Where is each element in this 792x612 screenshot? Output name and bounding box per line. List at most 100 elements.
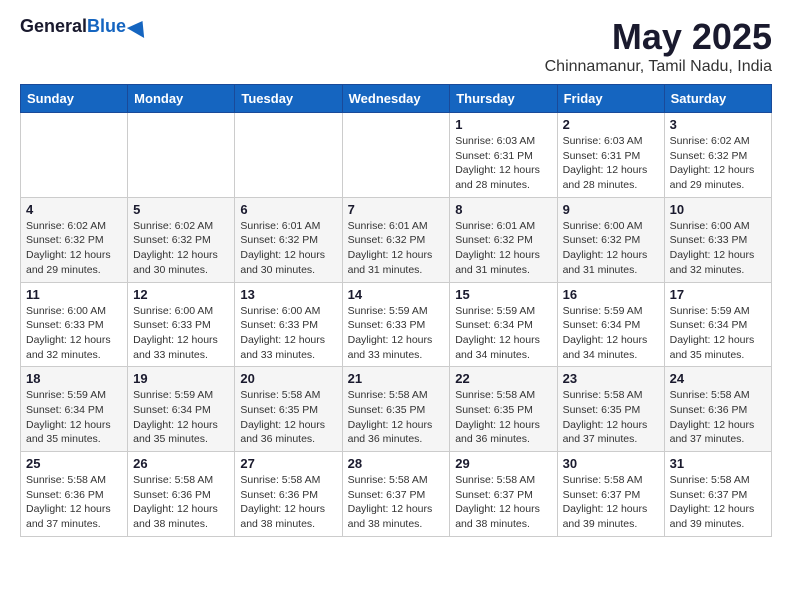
day-info: Sunrise: 6:01 AM Sunset: 6:32 PM Dayligh… bbox=[240, 219, 336, 278]
day-info: Sunrise: 5:58 AM Sunset: 6:35 PM Dayligh… bbox=[240, 388, 336, 447]
page-header: General Blue May 2025 Chinnamanur, Tamil… bbox=[20, 16, 772, 76]
calendar-cell: 24 Sunrise: 5:58 AM Sunset: 6:36 PM Dayli… bbox=[664, 367, 771, 452]
day-info: Sunrise: 5:59 AM Sunset: 6:34 PM Dayligh… bbox=[670, 304, 766, 363]
day-info: Sunrise: 5:58 AM Sunset: 6:35 PM Dayligh… bbox=[455, 388, 551, 447]
calendar-cell bbox=[342, 113, 450, 198]
logo-blue-text: Blue bbox=[87, 16, 126, 37]
calendar-header-friday: Friday bbox=[557, 85, 664, 113]
day-number: 8 bbox=[455, 202, 551, 217]
day-number: 13 bbox=[240, 287, 336, 302]
calendar-cell: 29 Sunrise: 5:58 AM Sunset: 6:37 PM Dayli… bbox=[450, 452, 557, 537]
day-info: Sunrise: 6:00 AM Sunset: 6:33 PM Dayligh… bbox=[133, 304, 229, 363]
calendar-cell bbox=[128, 113, 235, 198]
day-info: Sunrise: 5:59 AM Sunset: 6:33 PM Dayligh… bbox=[348, 304, 445, 363]
calendar-cell: 26 Sunrise: 5:58 AM Sunset: 6:36 PM Dayli… bbox=[128, 452, 235, 537]
calendar-week-row: 18 Sunrise: 5:59 AM Sunset: 6:34 PM Dayli… bbox=[21, 367, 772, 452]
calendar-cell: 18 Sunrise: 5:59 AM Sunset: 6:34 PM Dayli… bbox=[21, 367, 128, 452]
calendar-cell: 14 Sunrise: 5:59 AM Sunset: 6:33 PM Dayli… bbox=[342, 282, 450, 367]
day-number: 22 bbox=[455, 371, 551, 386]
day-info: Sunrise: 5:58 AM Sunset: 6:35 PM Dayligh… bbox=[563, 388, 659, 447]
calendar-cell: 8 Sunrise: 6:01 AM Sunset: 6:32 PM Daylig… bbox=[450, 197, 557, 282]
calendar-cell: 30 Sunrise: 5:58 AM Sunset: 6:37 PM Dayli… bbox=[557, 452, 664, 537]
logo-triangle-icon bbox=[127, 15, 151, 37]
calendar-cell: 9 Sunrise: 6:00 AM Sunset: 6:32 PM Daylig… bbox=[557, 197, 664, 282]
day-info: Sunrise: 6:01 AM Sunset: 6:32 PM Dayligh… bbox=[348, 219, 445, 278]
day-info: Sunrise: 5:58 AM Sunset: 6:37 PM Dayligh… bbox=[563, 473, 659, 532]
calendar-cell: 6 Sunrise: 6:01 AM Sunset: 6:32 PM Daylig… bbox=[235, 197, 342, 282]
day-info: Sunrise: 5:58 AM Sunset: 6:36 PM Dayligh… bbox=[670, 388, 766, 447]
day-number: 7 bbox=[348, 202, 445, 217]
day-number: 23 bbox=[563, 371, 659, 386]
calendar-header-saturday: Saturday bbox=[664, 85, 771, 113]
day-number: 16 bbox=[563, 287, 659, 302]
day-number: 4 bbox=[26, 202, 122, 217]
calendar-cell: 3 Sunrise: 6:02 AM Sunset: 6:32 PM Daylig… bbox=[664, 113, 771, 198]
calendar-header-monday: Monday bbox=[128, 85, 235, 113]
month-title: May 2025 bbox=[545, 16, 772, 58]
day-info: Sunrise: 6:00 AM Sunset: 6:33 PM Dayligh… bbox=[240, 304, 336, 363]
calendar-cell: 27Sunrise: 5:58 AM Sunset: 6:36 PM Dayli… bbox=[235, 452, 342, 537]
day-number: 19 bbox=[133, 371, 229, 386]
day-number: 30 bbox=[563, 456, 659, 471]
calendar-header-row: SundayMondayTuesdayWednesdayThursdayFrid… bbox=[21, 85, 772, 113]
day-number: 26 bbox=[133, 456, 229, 471]
calendar-cell: 23 Sunrise: 5:58 AM Sunset: 6:35 PM Dayli… bbox=[557, 367, 664, 452]
calendar-cell: 4Sunrise: 6:02 AM Sunset: 6:32 PM Daylig… bbox=[21, 197, 128, 282]
day-number: 15 bbox=[455, 287, 551, 302]
calendar-cell: 11 Sunrise: 6:00 AM Sunset: 6:33 PM Dayli… bbox=[21, 282, 128, 367]
day-info: Sunrise: 6:01 AM Sunset: 6:32 PM Dayligh… bbox=[455, 219, 551, 278]
day-info: Sunrise: 5:58 AM Sunset: 6:36 PM Dayligh… bbox=[133, 473, 229, 532]
day-number: 11 bbox=[26, 287, 122, 302]
day-number: 18 bbox=[26, 371, 122, 386]
calendar-cell: 12 Sunrise: 6:00 AM Sunset: 6:33 PM Dayli… bbox=[128, 282, 235, 367]
day-info: Sunrise: 5:59 AM Sunset: 6:34 PM Dayligh… bbox=[563, 304, 659, 363]
day-info: Sunrise: 6:02 AM Sunset: 6:32 PM Dayligh… bbox=[133, 219, 229, 278]
day-number: 6 bbox=[240, 202, 336, 217]
calendar-cell: 5Sunrise: 6:02 AM Sunset: 6:32 PM Daylig… bbox=[128, 197, 235, 282]
day-number: 24 bbox=[670, 371, 766, 386]
calendar-cell: 15 Sunrise: 5:59 AM Sunset: 6:34 PM Dayli… bbox=[450, 282, 557, 367]
day-info: Sunrise: 6:00 AM Sunset: 6:32 PM Dayligh… bbox=[563, 219, 659, 278]
day-number: 2 bbox=[563, 117, 659, 132]
calendar-cell: 13 Sunrise: 6:00 AM Sunset: 6:33 PM Dayli… bbox=[235, 282, 342, 367]
day-number: 17 bbox=[670, 287, 766, 302]
day-number: 29 bbox=[455, 456, 551, 471]
day-info: Sunrise: 6:00 AM Sunset: 6:33 PM Dayligh… bbox=[670, 219, 766, 278]
day-info: Sunrise: 5:58 AM Sunset: 6:37 PM Dayligh… bbox=[670, 473, 766, 532]
day-number: 10 bbox=[670, 202, 766, 217]
day-info: Sunrise: 5:59 AM Sunset: 6:34 PM Dayligh… bbox=[455, 304, 551, 363]
calendar-cell: 10 Sunrise: 6:00 AM Sunset: 6:33 PM Dayli… bbox=[664, 197, 771, 282]
calendar-cell: 25Sunrise: 5:58 AM Sunset: 6:36 PM Dayli… bbox=[21, 452, 128, 537]
day-info: Sunrise: 6:02 AM Sunset: 6:32 PM Dayligh… bbox=[670, 134, 766, 193]
day-info: Sunrise: 5:59 AM Sunset: 6:34 PM Dayligh… bbox=[26, 388, 122, 447]
day-info: Sunrise: 6:00 AM Sunset: 6:33 PM Dayligh… bbox=[26, 304, 122, 363]
calendar-week-row: 4 Sunrise: 6:02 AM Sunset: 6:32 PM Daylig… bbox=[21, 197, 772, 282]
calendar-cell: 2 Sunrise: 6:03 AM Sunset: 6:31 PM Daylig… bbox=[557, 113, 664, 198]
day-number: 14 bbox=[348, 287, 445, 302]
calendar-cell: 22 Sunrise: 5:58 AM Sunset: 6:35 PM Dayli… bbox=[450, 367, 557, 452]
day-info: Sunrise: 5:58 AM Sunset: 6:36 PM Dayligh… bbox=[240, 473, 336, 532]
calendar-cell bbox=[21, 113, 128, 198]
day-number: 21 bbox=[348, 371, 445, 386]
day-info: Sunrise: 5:58 AM Sunset: 6:37 PM Dayligh… bbox=[455, 473, 551, 532]
calendar-header-sunday: Sunday bbox=[21, 85, 128, 113]
logo-general-text: General bbox=[20, 16, 87, 37]
day-number: 25 bbox=[26, 456, 122, 471]
calendar-cell: 16 Sunrise: 5:59 AM Sunset: 6:34 PM Dayli… bbox=[557, 282, 664, 367]
calendar-week-row: 1Sunrise: 6:03 AM Sunset: 6:31 PM Daylig… bbox=[21, 113, 772, 198]
calendar-header-wednesday: Wednesday bbox=[342, 85, 450, 113]
calendar-cell: 19Sunrise: 5:59 AM Sunset: 6:34 PM Dayli… bbox=[128, 367, 235, 452]
day-info: Sunrise: 5:58 AM Sunset: 6:37 PM Dayligh… bbox=[348, 473, 445, 532]
calendar-cell: 7 Sunrise: 6:01 AM Sunset: 6:32 PM Daylig… bbox=[342, 197, 450, 282]
location-subtitle: Chinnamanur, Tamil Nadu, India bbox=[545, 58, 772, 76]
day-info: Sunrise: 6:03 AM Sunset: 6:31 PM Dayligh… bbox=[563, 134, 659, 193]
day-number: 9 bbox=[563, 202, 659, 217]
day-info: Sunrise: 5:58 AM Sunset: 6:35 PM Dayligh… bbox=[348, 388, 445, 447]
calendar-cell: 28Sunrise: 5:58 AM Sunset: 6:37 PM Dayli… bbox=[342, 452, 450, 537]
calendar-cell: 1Sunrise: 6:03 AM Sunset: 6:31 PM Daylig… bbox=[450, 113, 557, 198]
title-area: May 2025 Chinnamanur, Tamil Nadu, India bbox=[545, 16, 772, 76]
calendar-cell bbox=[235, 113, 342, 198]
day-number: 3 bbox=[670, 117, 766, 132]
day-number: 12 bbox=[133, 287, 229, 302]
day-number: 31 bbox=[670, 456, 766, 471]
